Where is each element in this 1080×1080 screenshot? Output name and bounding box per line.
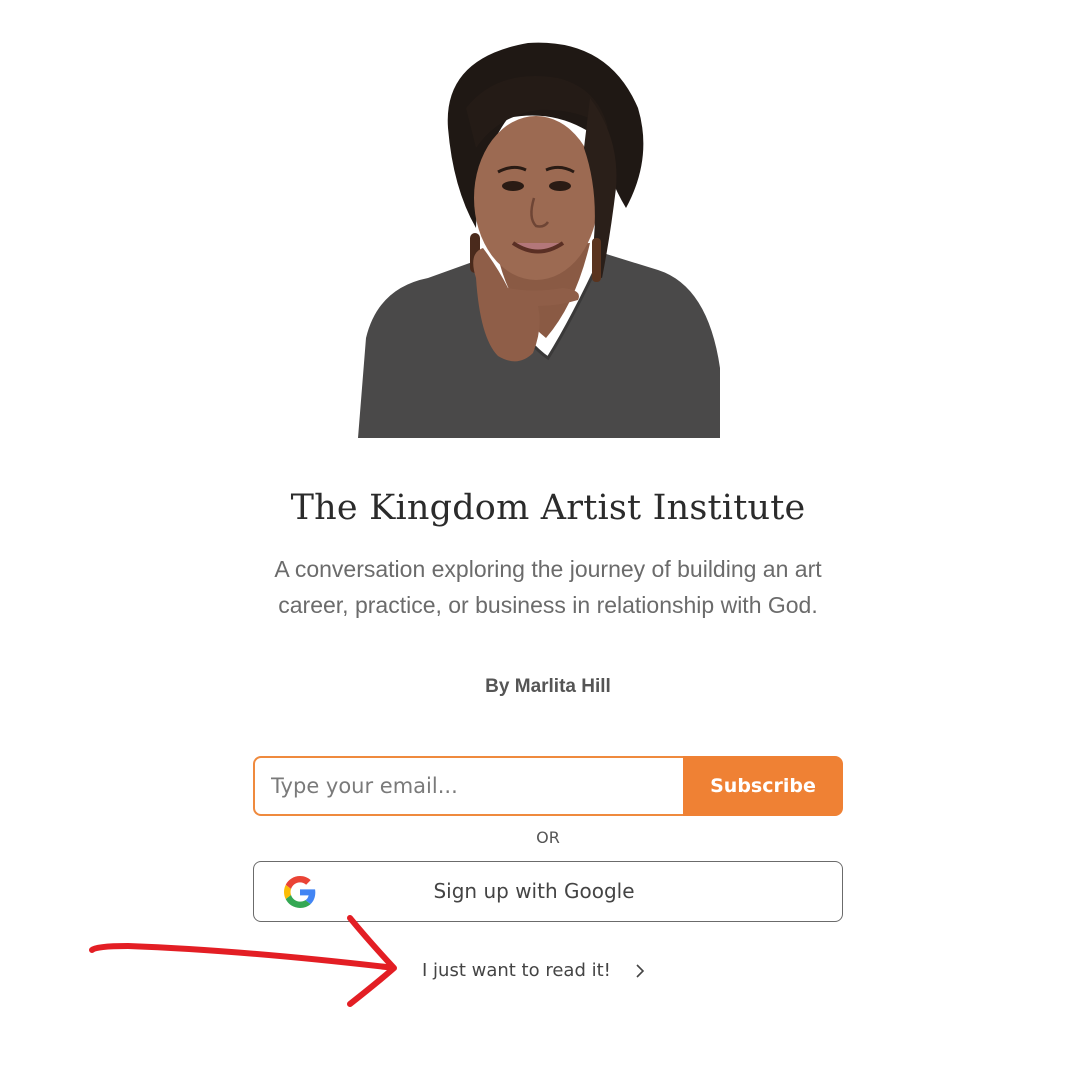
author-photo <box>358 42 720 438</box>
or-divider: OR <box>536 828 560 847</box>
publication-title: The Kingdom Artist Institute <box>290 488 806 528</box>
author-byline: By Marlita Hill <box>485 676 611 697</box>
read-only-link-label: I just want to read it! <box>422 960 611 981</box>
annotation-arrow-icon <box>89 915 397 1007</box>
read-only-link[interactable]: I just want to read it! <box>422 956 645 986</box>
subscribe-page: The Kingdom Artist Institute A conversat… <box>0 0 1080 1080</box>
email-subscribe-form: Subscribe <box>253 756 843 816</box>
email-input[interactable] <box>253 756 683 816</box>
subscribe-button[interactable]: Subscribe <box>683 756 843 816</box>
publication-description: A conversation exploring the journey of … <box>274 556 822 618</box>
chevron-right-icon <box>636 964 644 978</box>
